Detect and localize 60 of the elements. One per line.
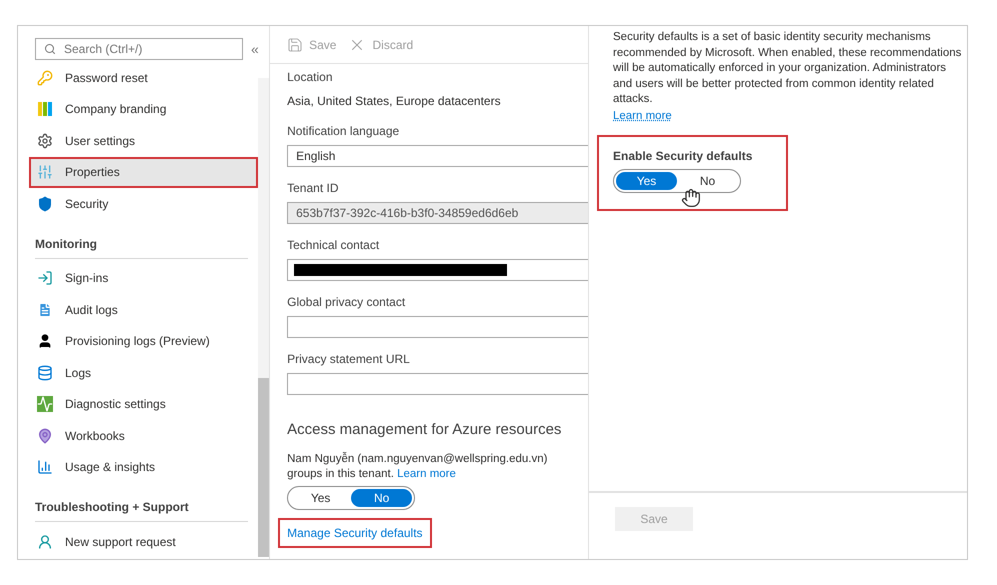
security-defaults-description: Security defaults is a set of basic identity security mechanisms recommended by Microsoft. When enabled, these recommendations will be automatically enforced in your organization. Administrators and users will be better protected from common identity related attacks.: [613, 30, 962, 107]
hand-cursor-icon: [681, 188, 701, 208]
toggle-option[interactable]: Yes: [290, 488, 352, 506]
field-label: Global privacy contact: [287, 294, 406, 311]
sidebar-item[interactable]: Audit logs: [29, 294, 258, 326]
support-person-icon: [37, 534, 53, 550]
learn-more-link[interactable]: Learn more: [397, 468, 456, 480]
learn-more-link[interactable]: Learn more: [613, 108, 672, 125]
section-header: Troubleshooting + Support: [35, 499, 190, 516]
scrollbar[interactable]: [258, 78, 269, 557]
toggle-option[interactable]: No: [677, 172, 738, 190]
sidebar-item[interactable]: Provisioning logs (Preview): [29, 326, 258, 357]
activity-icon: [37, 396, 53, 412]
manage-security-defaults-link[interactable]: Manage Security defaults: [278, 518, 432, 548]
enable-label: Enable Security defaults: [613, 148, 752, 165]
yes-no-toggle[interactable]: Yes No: [287, 486, 416, 510]
location-value: Asia, United States, Europe datacenters: [287, 93, 502, 110]
field-label: Technical contact: [287, 237, 380, 254]
bar-chart-icon: [37, 459, 53, 476]
settings-icon: [37, 132, 53, 149]
input-field[interactable]: [287, 373, 588, 395]
enable-toggle[interactable]: Yes No: [613, 168, 741, 193]
sidebar-item[interactable]: Usage & insights: [29, 452, 258, 483]
sidebar-item[interactable]: User settings: [29, 125, 258, 156]
sidebar-item[interactable]: Sign-ins: [29, 262, 258, 294]
sidebar-item[interactable]: Diagnostic settings: [29, 388, 258, 420]
input-field[interactable]: [287, 316, 588, 338]
field-label: Privacy statement URL: [287, 351, 411, 368]
key-icon: [37, 70, 53, 86]
toggle-option[interactable]: No: [351, 488, 412, 506]
section-header: Monitoring: [35, 236, 98, 252]
sidebar-item[interactable]: Password reset: [29, 62, 258, 94]
input-field[interactable]: 653b7f37-392c-416b-b3f0-34859ed6d6eb: [287, 202, 588, 224]
field-label: Tenant ID: [287, 180, 340, 197]
field-label: Location: [287, 69, 334, 86]
input-field[interactable]: English: [287, 145, 588, 167]
sidebar-item[interactable]: New support request: [29, 526, 258, 558]
search-field[interactable]: Search (Ctrl+/): [35, 38, 243, 60]
sidebar-item[interactable]: Logs: [29, 357, 258, 388]
input-field[interactable]: [287, 259, 588, 281]
section-title: Access management for Azure resources: [287, 420, 562, 440]
person-icon: [37, 333, 53, 350]
toggle-option[interactable]: Yes: [616, 172, 677, 190]
shield-icon: [37, 196, 53, 212]
search-icon: [44, 43, 56, 55]
sidebar-item[interactable]: Security: [29, 188, 258, 220]
access-description: Nam Nguyễn (nam.nguyenvan@wellspring.edu.vn) groups in this tenant. Learn more: [287, 452, 548, 482]
sidebar-item[interactable]: Workbooks: [29, 420, 258, 452]
color-bars-icon: [37, 101, 53, 118]
sidebar-item[interactable]: Properties: [29, 156, 258, 188]
search-input[interactable]: Search (Ctrl+/): [64, 40, 234, 58]
document-icon: [37, 302, 53, 318]
save-icon: [287, 36, 304, 52]
database-icon: [37, 364, 53, 381]
sidebar-item[interactable]: Company branding: [29, 94, 258, 125]
collapse-button[interactable]: «: [251, 38, 259, 60]
pin-icon: [37, 428, 53, 444]
sign-in-icon: [37, 270, 53, 286]
field-label: Notification language: [287, 123, 400, 140]
sliders-icon: [37, 164, 53, 180]
